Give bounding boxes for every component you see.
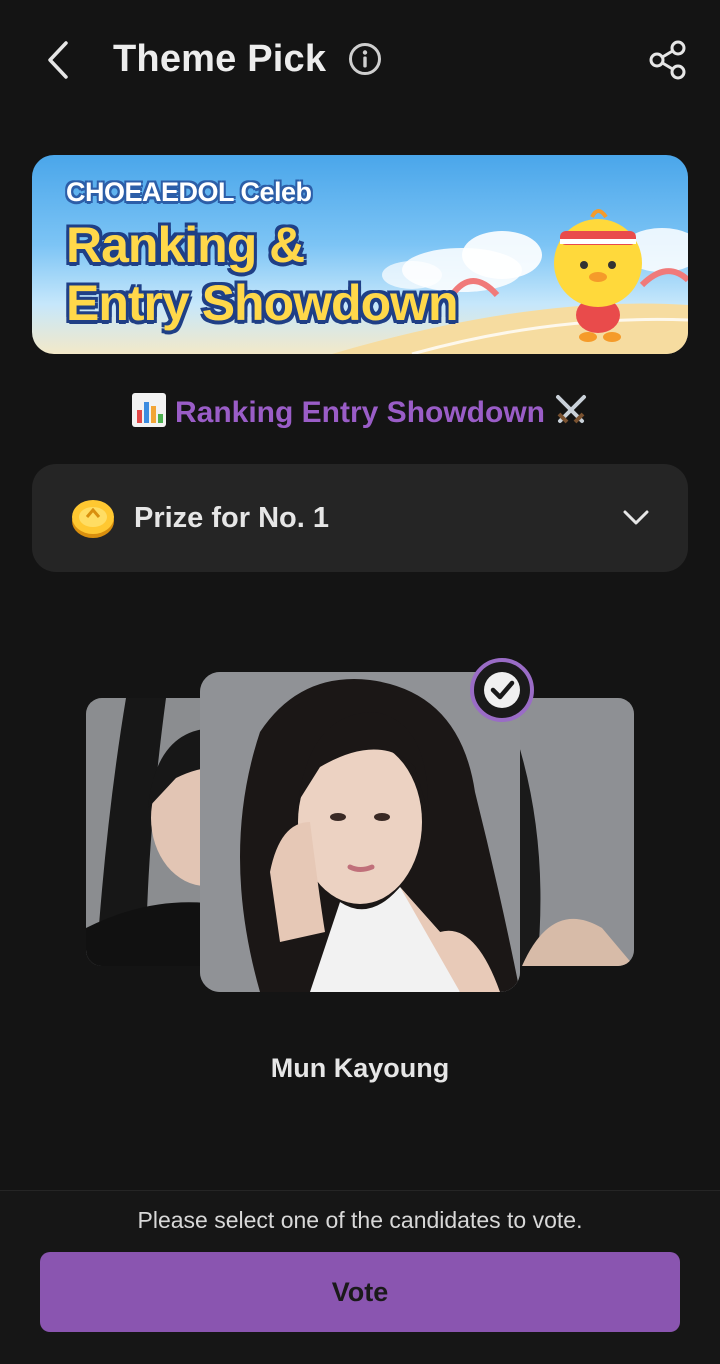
candidate-name: Mun Kayoung bbox=[270, 1053, 450, 1083]
back-button[interactable] bbox=[36, 36, 80, 84]
vote-footer: Please select one of the candidates to v… bbox=[0, 1190, 720, 1364]
selected-check-badge[interactable] bbox=[470, 658, 534, 722]
info-circle-icon bbox=[349, 43, 381, 75]
chevron-down-icon bbox=[623, 510, 649, 525]
share-button[interactable] bbox=[646, 38, 690, 82]
header: Theme Pick bbox=[0, 0, 720, 120]
checkmark-icon bbox=[484, 672, 520, 708]
prize-label: Prize for No. 1 bbox=[134, 502, 329, 534]
bar-chart-icon bbox=[131, 393, 166, 427]
info-button[interactable] bbox=[348, 42, 382, 76]
coin-icon bbox=[72, 500, 114, 538]
vote-button[interactable]: Vote bbox=[40, 1252, 680, 1332]
chevron-left-icon bbox=[48, 41, 68, 79]
banner-headline-line2: Entry Showdown bbox=[66, 275, 459, 331]
candidate-photo-selected bbox=[200, 672, 520, 992]
prize-dropdown[interactable]: Prize for No. 1 bbox=[32, 464, 688, 572]
banner-headline-line1: Ranking & bbox=[66, 217, 305, 273]
event-banner[interactable]: CHOEAEDOL Celeb Ranking & Entry Showdown bbox=[32, 155, 688, 354]
theme-pick-screen: Theme Pick CHOEAEDOL Celeb Ranking & Ent… bbox=[0, 0, 720, 1364]
banner-brand: CHOEAEDOL Celeb bbox=[66, 177, 312, 207]
page-title: Theme Pick bbox=[113, 38, 327, 80]
share-icon bbox=[649, 40, 686, 80]
vote-hint: Please select one of the candidates to v… bbox=[137, 1207, 583, 1233]
event-title: Ranking Entry Showdown bbox=[0, 390, 720, 436]
crossed-swords-icon bbox=[556, 395, 587, 424]
event-title-text: Ranking Entry Showdown bbox=[174, 396, 545, 429]
candidate-card-selected[interactable] bbox=[200, 672, 520, 992]
